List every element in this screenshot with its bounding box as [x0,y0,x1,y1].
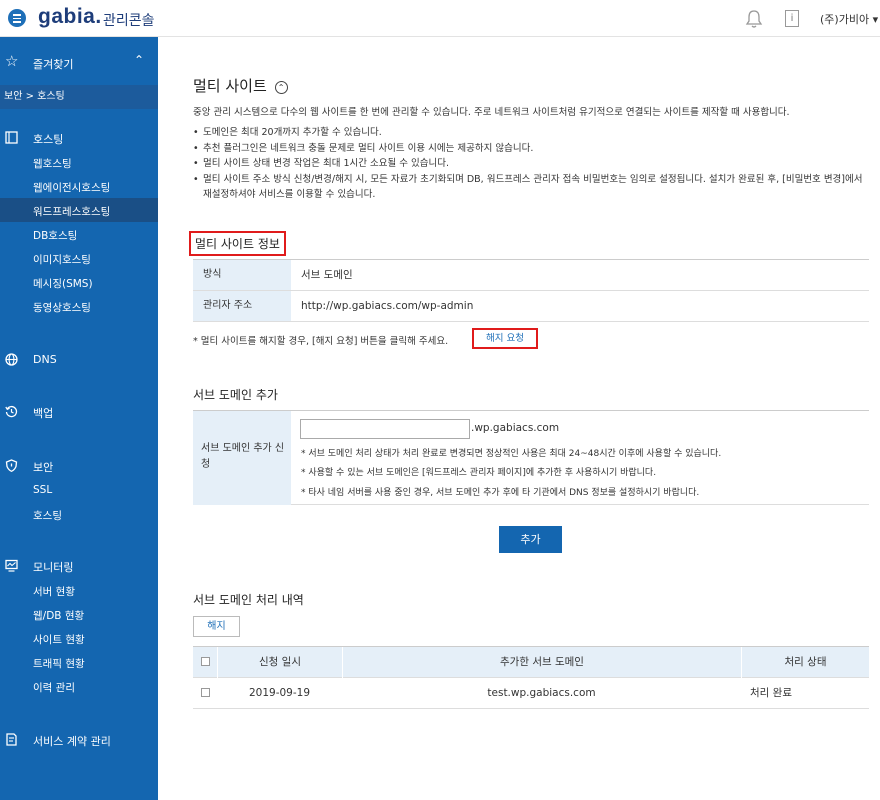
notice-list: 도메인은 최대 20개까지 추가할 수 있습니다. 추천 플러그인은 네트워크 … [193,125,873,203]
sidebar-section-label: 호스팅 [33,133,64,146]
chevron-up-icon: ⌃ [134,53,145,67]
cancel-subdomain-button[interactable]: 해지 [193,616,240,637]
sidebar-item-db-hosting[interactable]: DB호스팅 [33,228,77,243]
shield-icon [5,459,18,472]
subdomain-note: * 서브 도메인 처리 상태가 처리 완료로 변경되면 정상적인 사용은 최대 … [301,449,722,459]
sidebar-section-label: 보안 [33,461,54,474]
notice-icon[interactable]: i [785,10,799,27]
sidebar-item-web-db-status[interactable]: 웹/DB 현황 [33,608,84,623]
console-title: 관리콘솔 [103,13,155,29]
hamburger-menu-icon[interactable] [8,9,26,27]
subdomain-input[interactable] [300,419,470,439]
subdomain-add-title: 서브 도메인 추가 [193,388,278,402]
backup-icon [5,405,18,418]
cancel-note: * 멀티 사이트를 해지할 경우, [해지 요청] 버튼을 클릭해 주세요. [193,336,449,347]
collapse-up-icon[interactable]: ⌃ [274,81,288,94]
sidebar-item-site-status[interactable]: 사이트 현황 [33,632,85,647]
history-table: 신청 일시 추가한 서브 도메인 처리 상태 2019-09-19 test.w… [193,646,869,709]
sidebar-section-label: 서비스 계약 관리 [33,735,111,748]
top-bar: gabia. 관리콘솔 i (주)가비아 ▾ [0,0,880,37]
bell-icon[interactable] [745,9,763,29]
globe-icon [5,353,18,366]
subdomain-note: * 타사 네임 서버를 사용 중인 경우, 서브 도메인 추가 후에 타 기관에… [301,488,700,498]
sidebar-item-web-hosting[interactable]: 웹호스팅 [33,156,72,171]
domain-suffix: .wp.gabiacs.com [471,422,560,434]
notice-item: 멀티 사이트 주소 방식 신청/변경/해지 시, 모든 자료가 초기화되며 DB… [193,172,873,203]
notice-item: 추천 플러그인은 네트워크 충돌 문제로 멀티 사이트 이용 시에는 제공하지 … [193,141,873,157]
sidebar-item-security-hosting[interactable]: 호스팅 [33,508,62,523]
multi-site-info-title: 멀티 사이트 정보 [189,231,286,256]
favorites-label: 즐겨찾기 [33,58,74,71]
sidebar-section-label: 모니터링 [33,561,74,574]
sidebar-item-server-status[interactable]: 서버 현황 [33,584,75,599]
sidebar-item-messaging[interactable]: 메시징(SMS) [33,276,93,291]
subdomain-add-form: 서브 도메인 추가 신청 .wp.gabiacs.com * 서브 도메인 처리… [193,410,869,505]
user-name: (주)가비아 [820,13,870,26]
contract-icon [6,733,17,746]
sidebar-item-web-agency-hosting[interactable]: 웹에이전시호스팅 [33,180,110,195]
table-row: 2019-09-19 test.wp.gabiacs.com 처리 완료 [193,678,869,709]
sidebar: ☆ 즐겨찾기 ⌃ 보안 > 호스팅 호스팅 웹호스팅 웹에이전시호스팅 워드프레… [0,37,158,800]
table-row: 관리자 주소 http://wp.gabiacs.com/wp-admin [193,291,869,322]
row-value: 서브 도메인 [301,269,353,281]
sidebar-item-video-hosting[interactable]: 동영상호스팅 [33,300,91,315]
user-menu[interactable]: (주)가비아 ▾ [820,11,878,27]
row-subdomain: test.wp.gabiacs.com [487,687,596,699]
page-intro: 중앙 관리 시스템으로 다수의 웹 사이트를 한 번에 관리할 수 있습니다. … [193,107,790,118]
add-button[interactable]: 추가 [499,526,562,553]
table-row: 방식 서브 도메인 [193,260,869,291]
column-header-subdomain: 추가한 서브 도메인 [342,647,741,678]
column-header-status: 처리 상태 [741,647,869,678]
row-status: 처리 완료 [750,687,792,699]
sidebar-item-wordpress-hosting[interactable]: 워드프레스호스팅 [33,204,110,219]
notice-item: 멀티 사이트 상태 변경 작업은 최대 1시간 소요될 수 있습니다. [193,156,873,172]
history-title: 서브 도메인 처리 내역 [193,593,304,607]
column-header-date: 신청 일시 [217,647,342,678]
notice-item: 도메인은 최대 20개까지 추가할 수 있습니다. [193,125,873,141]
page-title: 멀티 사이트 ⌃ [193,75,288,96]
row-key: 관리자 주소 [193,291,291,321]
sidebar-item-history-management[interactable]: 이력 관리 [33,680,75,695]
monitor-icon [5,559,18,572]
sidebar-item-traffic-status[interactable]: 트래픽 현황 [33,656,85,671]
sidebar-section-label: 백업 [33,407,54,420]
sidebar-section-label: DNS [33,353,57,366]
sidebar-breadcrumb[interactable]: 보안 > 호스팅 [0,85,158,109]
row-key: 방식 [193,260,291,290]
subdomain-note: * 사용할 수 있는 서브 도메인은 [워드프레스 관리자 페이지]에 추가한 … [301,468,657,478]
row-date: 2019-09-19 [248,687,311,699]
table-header-row: 신청 일시 추가한 서브 도메인 처리 상태 [193,647,869,678]
cancel-request-button[interactable]: 해지 요청 [472,328,538,349]
sidebar-item-image-hosting[interactable]: 이미지호스팅 [33,252,91,267]
admin-url-link[interactable]: http://wp.gabiacs.com/wp-admin [301,291,473,321]
subdomain-add-label: 서브 도메인 추가 신청 [193,411,291,505]
star-icon: ☆ [5,52,19,70]
server-icon [5,131,18,144]
multi-site-info-table: 방식 서브 도메인 관리자 주소 http://wp.gabiacs.com/w… [193,259,869,322]
page-title-text: 멀티 사이트 [193,77,267,95]
sidebar-item-ssl[interactable]: SSL [33,484,52,496]
favorites-toggle[interactable]: ☆ 즐겨찾기 ⌃ [0,37,158,85]
row-checkbox[interactable] [193,678,217,709]
gabia-logo[interactable]: gabia. [38,5,102,29]
select-all-checkbox[interactable] [193,647,217,678]
main-content: 멀티 사이트 ⌃ 중앙 관리 시스템으로 다수의 웹 사이트를 한 번에 관리할… [158,37,880,800]
